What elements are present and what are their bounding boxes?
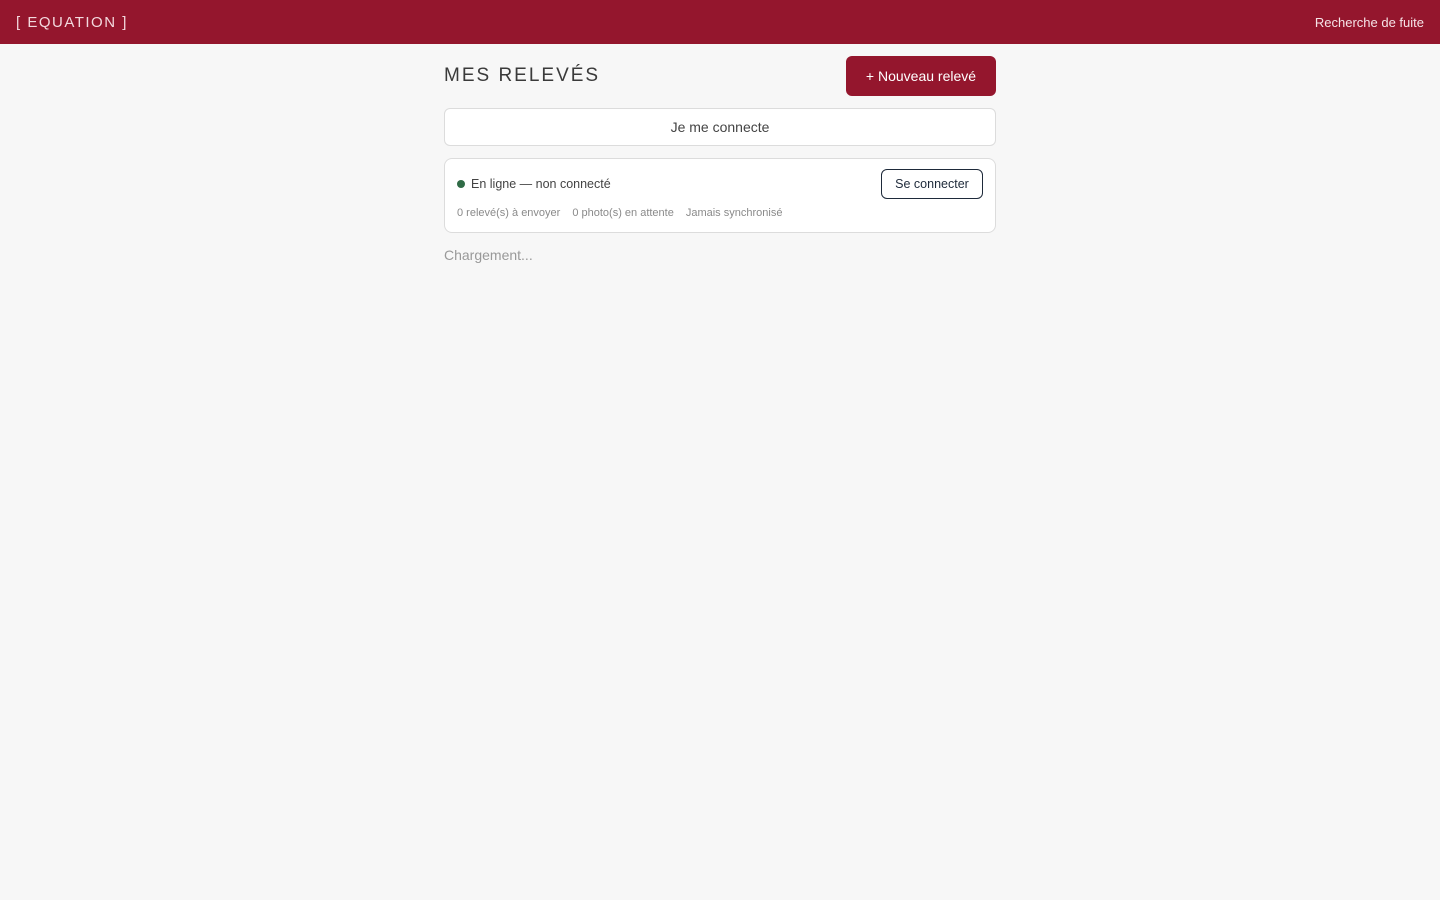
online-status-dot-icon [457,180,465,188]
sync-metadata: 0 relevé(s) à envoyer 0 photo(s) en atte… [457,207,782,219]
top-bar: [ EQUATION ] Recherche de fuite [0,0,1440,44]
sync-status-card: En ligne — non connecté Se connecter 0 r… [444,158,996,233]
login-button[interactable]: Se connecter [881,169,983,199]
page-header: MES RELEVÉS + Nouveau relevé [444,44,996,108]
new-report-button[interactable]: + Nouveau relevé [846,56,996,96]
pending-photos-count: 0 photo(s) en attente [572,207,674,219]
connection-status: En ligne — non connecté [457,177,611,191]
app-logo[interactable]: [ EQUATION ] [16,14,128,31]
last-sync-status: Jamais synchronisé [685,207,783,219]
connection-status-text: En ligne — non connecté [471,177,611,191]
page-title: MES RELEVÉS [444,65,601,86]
pending-reports-count: 0 relevé(s) à envoyer [457,207,561,219]
main-content: MES RELEVÉS + Nouveau relevé Je me conne… [444,44,996,263]
connect-banner-button[interactable]: Je me connecte [444,108,996,146]
loading-indicator: Chargement... [444,247,533,263]
section-link-recherche-de-fuite[interactable]: Recherche de fuite [1315,15,1424,30]
